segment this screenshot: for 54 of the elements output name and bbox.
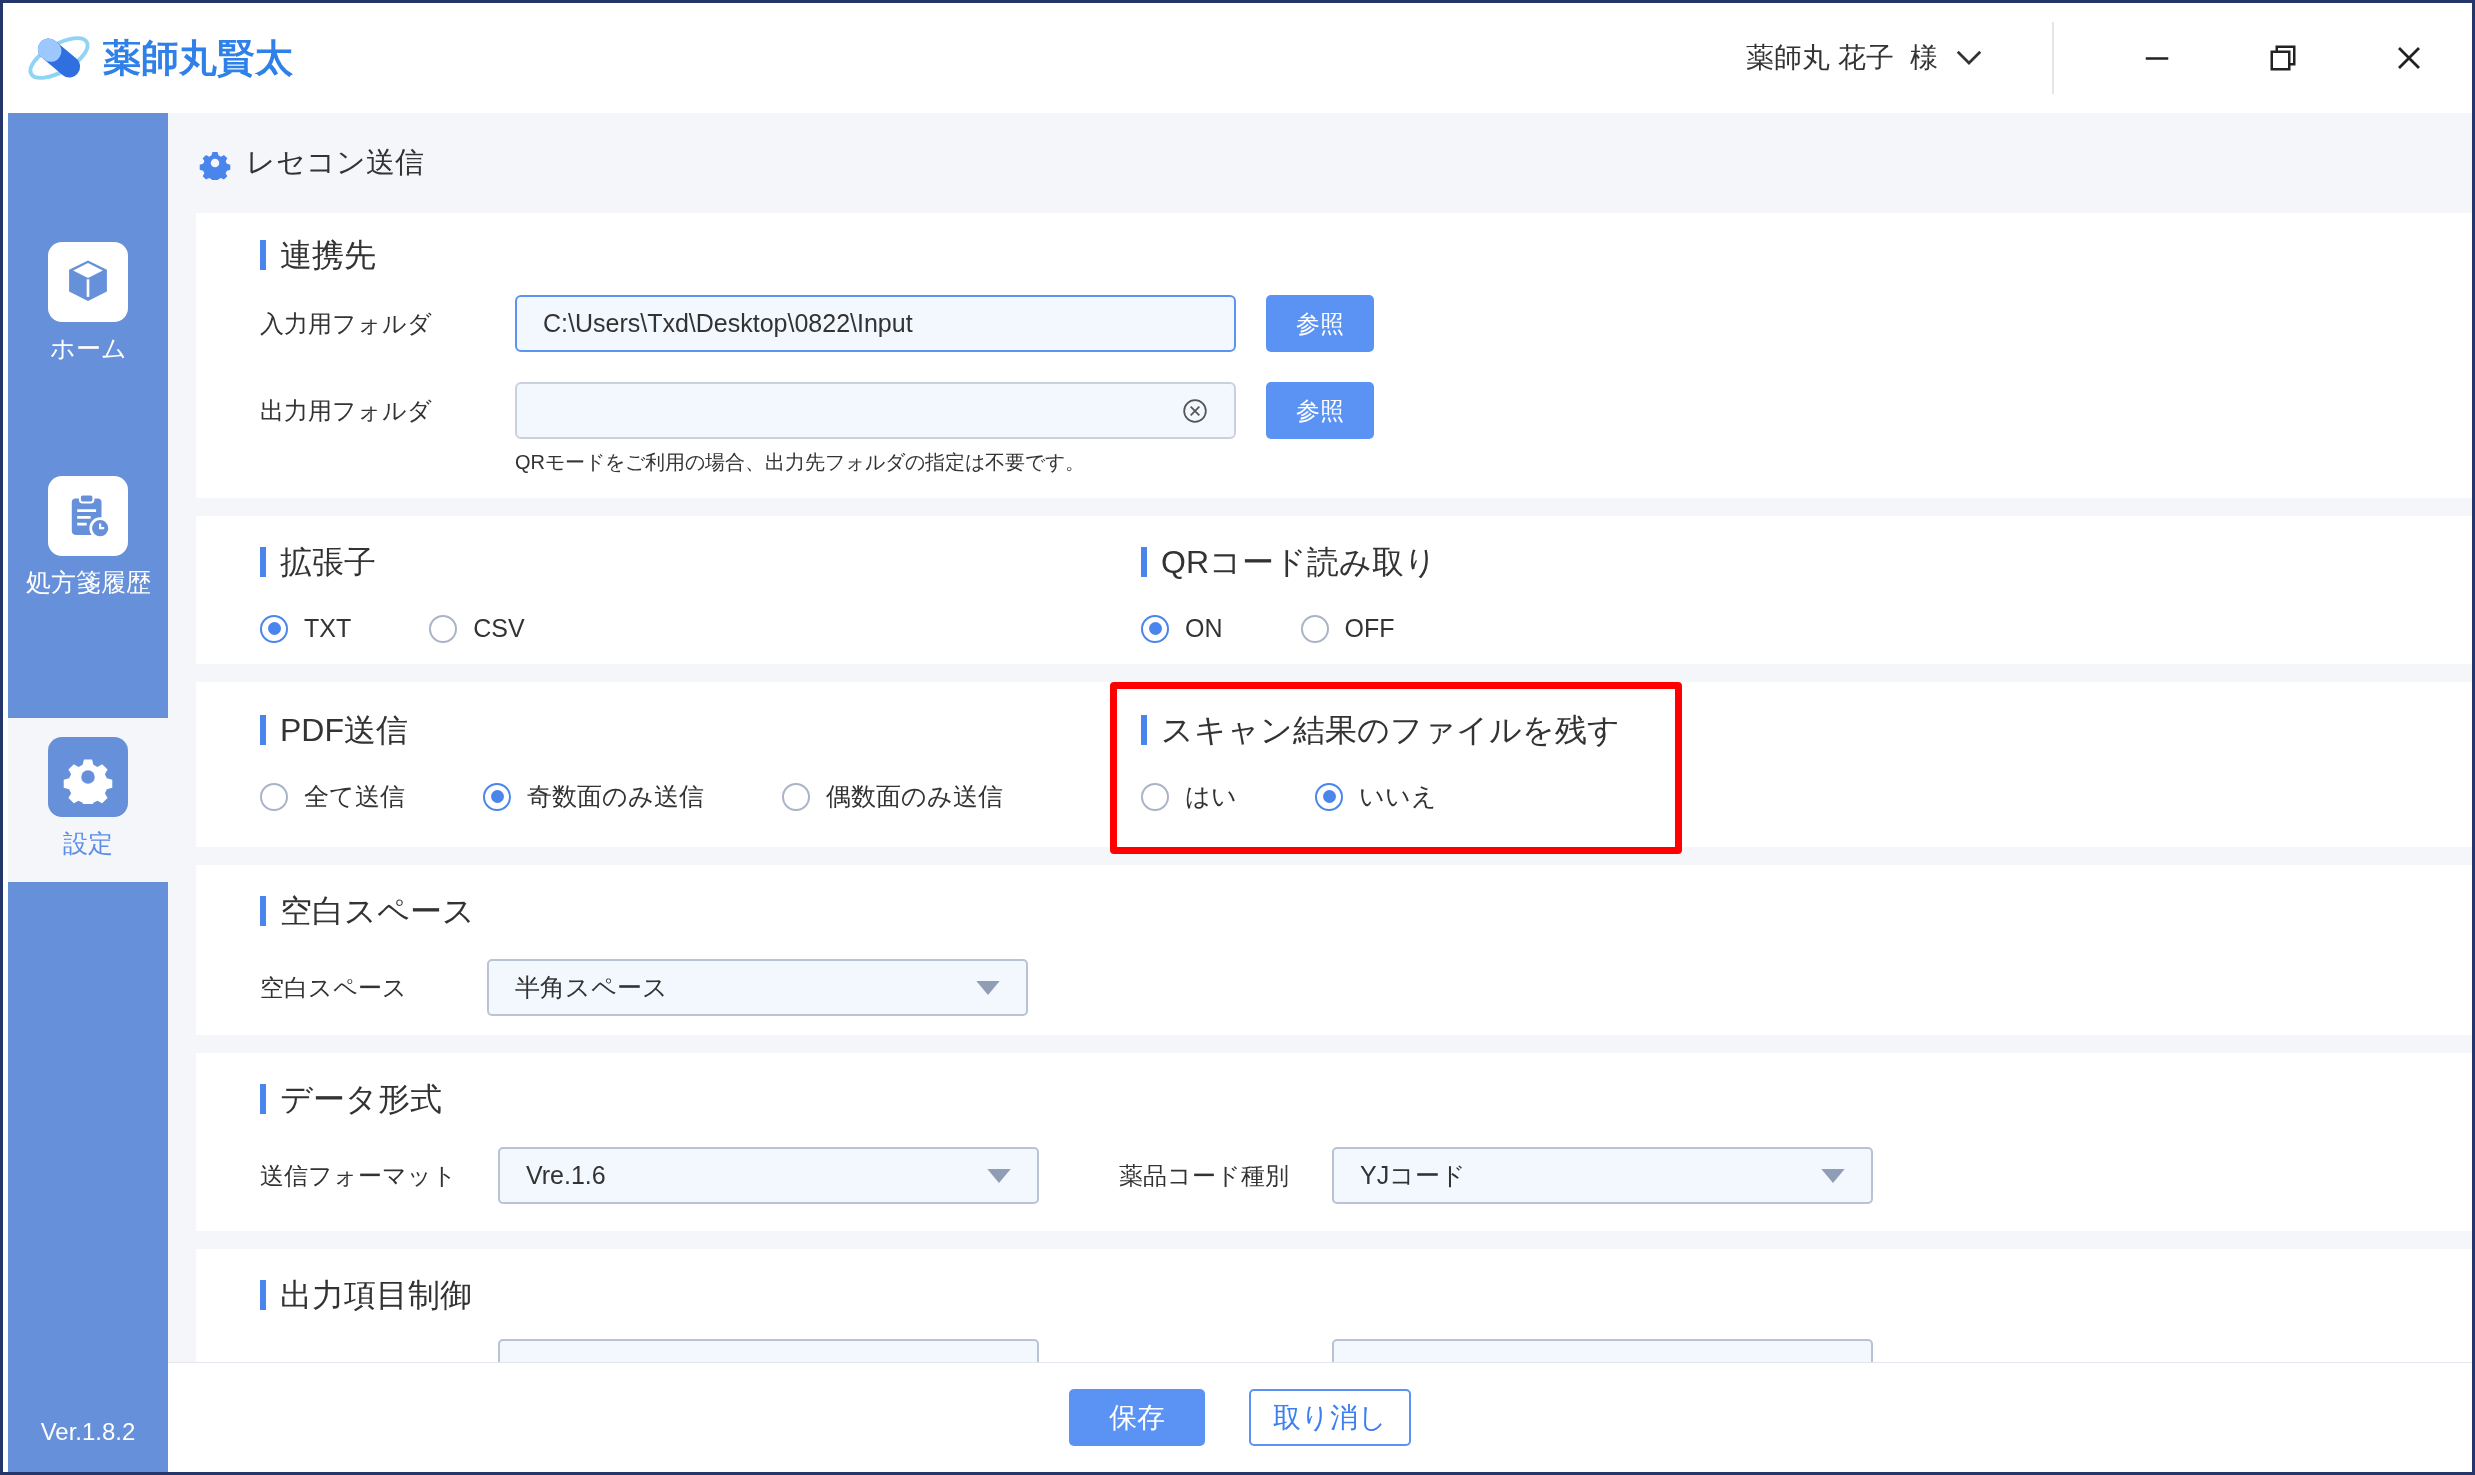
radio-option[interactable]: はい bbox=[1141, 778, 1237, 816]
section-title: データ形式 bbox=[280, 1080, 442, 1119]
title-bar-mark bbox=[260, 1084, 266, 1114]
page-title: レセコン送信 bbox=[246, 145, 424, 181]
radio-button[interactable] bbox=[1141, 782, 1169, 811]
dropdown-arrow-icon bbox=[987, 1168, 1011, 1183]
title-bar-mark bbox=[1141, 715, 1147, 745]
restore-icon bbox=[2268, 43, 2298, 73]
field-label: 送信フォーマット bbox=[260, 1160, 458, 1191]
radio-option[interactable]: 奇数面のみ送信 bbox=[483, 778, 704, 816]
section-title: PDF送信 bbox=[280, 711, 408, 750]
title-bar-mark bbox=[260, 240, 266, 270]
radio-button[interactable] bbox=[782, 782, 810, 811]
radio-option[interactable]: OFF bbox=[1300, 610, 1395, 648]
section-title: 連携先 bbox=[280, 236, 376, 275]
field-label: 入力用フォルダ bbox=[260, 308, 433, 339]
dropdown[interactable]: YJコード bbox=[1332, 1147, 1873, 1204]
radio-option[interactable]: CSV bbox=[429, 610, 525, 648]
radio-button[interactable] bbox=[483, 782, 511, 811]
section-title: 拡張子 bbox=[280, 543, 376, 582]
radio-option[interactable]: 全て送信 bbox=[260, 778, 405, 816]
title-bar-mark bbox=[260, 715, 266, 745]
version-label: Ver.1.8.2 bbox=[39, 1417, 137, 1447]
radio-button[interactable] bbox=[1315, 782, 1343, 811]
dropdown[interactable]: Vre.1.6 bbox=[498, 1147, 1039, 1204]
app-name: 薬師丸賢太 bbox=[103, 35, 293, 81]
hint-text: QRモードをご利用の場合、出力先フォルダの指定は不要です。 bbox=[515, 450, 1086, 475]
user-menu[interactable]: 薬師丸 花子 様 bbox=[1746, 37, 1984, 79]
folder-field[interactable]: C:\Users\Txd\Desktop\0822\Input bbox=[515, 295, 1236, 352]
section-title: QRコード読み取り bbox=[1161, 543, 1437, 582]
field-label: 空白スペース bbox=[260, 972, 408, 1003]
title-bar-mark bbox=[260, 547, 266, 577]
radio-button[interactable] bbox=[429, 614, 458, 643]
radio-button[interactable] bbox=[260, 614, 288, 643]
radio-option[interactable]: TXT bbox=[260, 610, 352, 648]
radio-button[interactable] bbox=[260, 782, 288, 811]
title-bar-mark bbox=[260, 1280, 266, 1310]
section-title: 出力項目制御 bbox=[280, 1276, 472, 1315]
dropdown-arrow-icon bbox=[976, 980, 1000, 995]
radio-button[interactable] bbox=[1141, 614, 1169, 643]
field-label: 出力用フォルダ bbox=[260, 395, 433, 426]
dropdown-arrow-icon bbox=[1821, 1168, 1845, 1183]
radio-option[interactable]: いいえ bbox=[1315, 778, 1437, 816]
dropdown[interactable]: 半角スペース bbox=[487, 959, 1028, 1016]
radio-option[interactable]: ON bbox=[1141, 610, 1223, 648]
title-bar-mark bbox=[1141, 547, 1147, 577]
field-label: 薬品コード種別 bbox=[1119, 1160, 1290, 1191]
cancel-button[interactable]: 取り消し bbox=[1249, 1389, 1411, 1446]
radio-button[interactable] bbox=[1300, 614, 1329, 643]
section-title: スキャン結果のファイルを残す bbox=[1161, 711, 1620, 750]
folder-field[interactable] bbox=[515, 382, 1236, 439]
title-bar-mark bbox=[260, 896, 266, 926]
section-title: 空白スペース bbox=[280, 892, 475, 931]
radio-option[interactable]: 偶数面のみ送信 bbox=[782, 778, 1003, 816]
